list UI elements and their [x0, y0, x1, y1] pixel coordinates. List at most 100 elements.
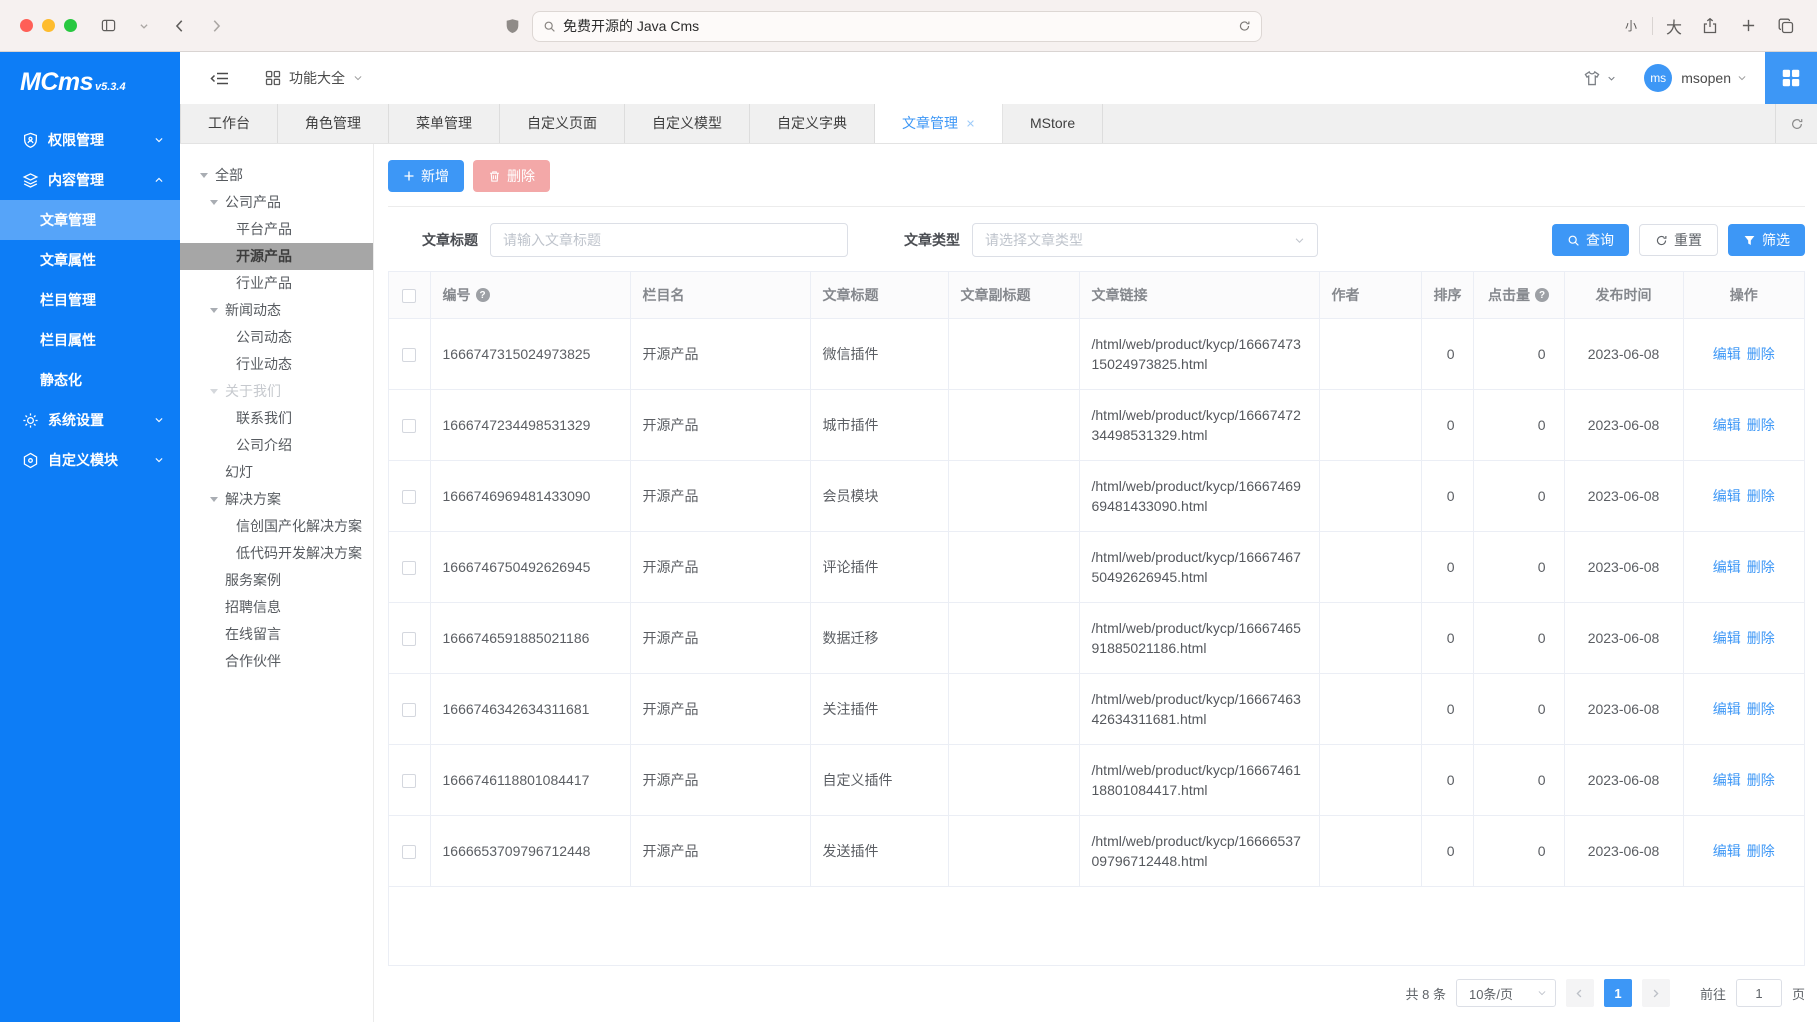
new-tab-icon[interactable] [1733, 11, 1763, 41]
tree-expand-icon[interactable] [210, 200, 218, 209]
select-all-checkbox[interactable] [402, 289, 416, 303]
close-tab-icon[interactable] [966, 119, 975, 128]
increase-font-button[interactable]: 大 [1661, 14, 1687, 38]
edit-link[interactable]: 编辑 [1713, 417, 1741, 433]
row-checkbox[interactable] [402, 419, 416, 433]
sidebar-item-custom-modules[interactable]: 自定义模块 [0, 440, 180, 480]
tree-node-service-cases[interactable]: 服务案例 [180, 567, 373, 594]
tree-node-industry-products[interactable]: 行业产品 [180, 270, 373, 297]
tab-mstore[interactable]: MStore [1003, 104, 1103, 143]
goto-page-input[interactable] [1736, 979, 1782, 1007]
reload-page-icon[interactable] [1238, 19, 1251, 33]
tree-node-xinchuang-solution[interactable]: 信创国产化解决方案 [180, 513, 373, 540]
delete-link[interactable]: 删除 [1747, 701, 1775, 717]
tree-node-news[interactable]: 新闻动态 [180, 297, 373, 324]
tree-node-industry-news[interactable]: 行业动态 [180, 351, 373, 378]
tab-role-management[interactable]: 角色管理 [278, 104, 389, 143]
sidebar-toggle-icon[interactable] [93, 11, 123, 41]
username-text[interactable]: msopen [1681, 70, 1731, 86]
reset-button[interactable]: 重置 [1639, 224, 1718, 256]
user-avatar[interactable]: ms [1644, 64, 1672, 92]
tab-menu-management[interactable]: 菜单管理 [389, 104, 500, 143]
tab-article-management[interactable]: 文章管理 [875, 104, 1003, 143]
apps-grid-button[interactable] [1765, 52, 1817, 104]
sidebar-item-permissions[interactable]: 权限管理 [0, 120, 180, 160]
tree-node-company-products[interactable]: 公司产品 [180, 189, 373, 216]
tree-expand-icon[interactable] [210, 389, 218, 398]
article-title-input[interactable] [490, 223, 848, 257]
tree-node-all[interactable]: 全部 [180, 162, 373, 189]
tab-workbench[interactable]: 工作台 [180, 104, 278, 143]
edit-link[interactable]: 编辑 [1713, 630, 1741, 646]
tab-custom-page[interactable]: 自定义页面 [500, 104, 625, 143]
close-window-button[interactable] [20, 19, 33, 32]
row-checkbox[interactable] [402, 561, 416, 575]
share-icon[interactable] [1695, 11, 1725, 41]
tree-node-platform-products[interactable]: 平台产品 [180, 216, 373, 243]
tree-node-contact-us[interactable]: 联系我们 [180, 405, 373, 432]
refresh-tab-icon[interactable] [1775, 104, 1817, 143]
row-checkbox[interactable] [402, 348, 416, 362]
tab-custom-dictionary[interactable]: 自定义字典 [750, 104, 875, 143]
sidebar-chevron-icon[interactable] [129, 11, 159, 41]
delete-link[interactable]: 删除 [1747, 630, 1775, 646]
sidebar-item-column-management[interactable]: 栏目管理 [0, 280, 180, 320]
sidebar-item-system-settings[interactable]: 系统设置 [0, 400, 180, 440]
delete-link[interactable]: 删除 [1747, 772, 1775, 788]
row-checkbox[interactable] [402, 632, 416, 646]
decrease-font-button[interactable]: 小 [1618, 17, 1644, 34]
delete-link[interactable]: 删除 [1747, 346, 1775, 362]
privacy-shield-icon[interactable] [505, 18, 520, 35]
delete-link[interactable]: 删除 [1747, 417, 1775, 433]
tree-node-company-intro[interactable]: 公司介绍 [180, 432, 373, 459]
query-button[interactable]: 查询 [1552, 224, 1629, 256]
delete-link[interactable]: 删除 [1747, 559, 1775, 575]
next-page-button[interactable] [1642, 979, 1670, 1007]
edit-link[interactable]: 编辑 [1713, 559, 1741, 575]
delete-link[interactable]: 删除 [1747, 843, 1775, 859]
delete-link[interactable]: 删除 [1747, 488, 1775, 504]
edit-link[interactable]: 编辑 [1713, 488, 1741, 504]
tree-expand-icon[interactable] [210, 497, 218, 506]
current-page-button[interactable]: 1 [1604, 979, 1632, 1007]
row-checkbox[interactable] [402, 703, 416, 717]
article-type-select[interactable]: 请选择文章类型 [972, 223, 1318, 257]
tree-expand-icon[interactable] [200, 173, 208, 182]
feature-menu-button[interactable]: 功能大全 [265, 68, 363, 88]
theme-switcher-button[interactable] [1583, 70, 1616, 87]
tree-node-solutions[interactable]: 解决方案 [180, 486, 373, 513]
forward-button[interactable] [201, 11, 231, 41]
back-button[interactable] [165, 11, 195, 41]
tree-node-partners[interactable]: 合作伙伴 [180, 648, 373, 675]
tree-node-company-news[interactable]: 公司动态 [180, 324, 373, 351]
edit-link[interactable]: 编辑 [1713, 701, 1741, 717]
sidebar-item-article-management[interactable]: 文章管理 [0, 200, 180, 240]
delete-button[interactable]: 删除 [473, 160, 550, 192]
tree-node-lowcode-solution[interactable]: 低代码开发解决方案 [180, 540, 373, 567]
sidebar-item-column-attributes[interactable]: 栏目属性 [0, 320, 180, 360]
sidebar-item-static-generation[interactable]: 静态化 [0, 360, 180, 400]
edit-link[interactable]: 编辑 [1713, 843, 1741, 859]
address-bar[interactable]: 免费开源的 Java Cms [532, 11, 1262, 42]
sidebar-item-article-attributes[interactable]: 文章属性 [0, 240, 180, 280]
tree-node-slideshow[interactable]: 幻灯 [180, 459, 373, 486]
filter-button[interactable]: 筛选 [1728, 224, 1805, 256]
tab-overview-icon[interactable] [1771, 11, 1801, 41]
help-icon[interactable] [1535, 288, 1549, 302]
help-icon[interactable] [476, 288, 490, 302]
sidebar-item-content[interactable]: 内容管理 [0, 160, 180, 200]
edit-link[interactable]: 编辑 [1713, 772, 1741, 788]
row-checkbox[interactable] [402, 774, 416, 788]
page-size-select[interactable]: 10条/页 [1456, 979, 1556, 1007]
add-button[interactable]: 新增 [388, 160, 464, 192]
tree-node-about-us[interactable]: 关于我们 [180, 378, 373, 405]
maximize-window-button[interactable] [64, 19, 77, 32]
minimize-window-button[interactable] [42, 19, 55, 32]
prev-page-button[interactable] [1566, 979, 1594, 1007]
tree-expand-icon[interactable] [210, 308, 218, 317]
tab-custom-model[interactable]: 自定义模型 [625, 104, 750, 143]
tree-node-recruitment[interactable]: 招聘信息 [180, 594, 373, 621]
row-checkbox[interactable] [402, 845, 416, 859]
tree-node-opensource-products[interactable]: 开源产品 [180, 243, 373, 270]
row-checkbox[interactable] [402, 490, 416, 504]
